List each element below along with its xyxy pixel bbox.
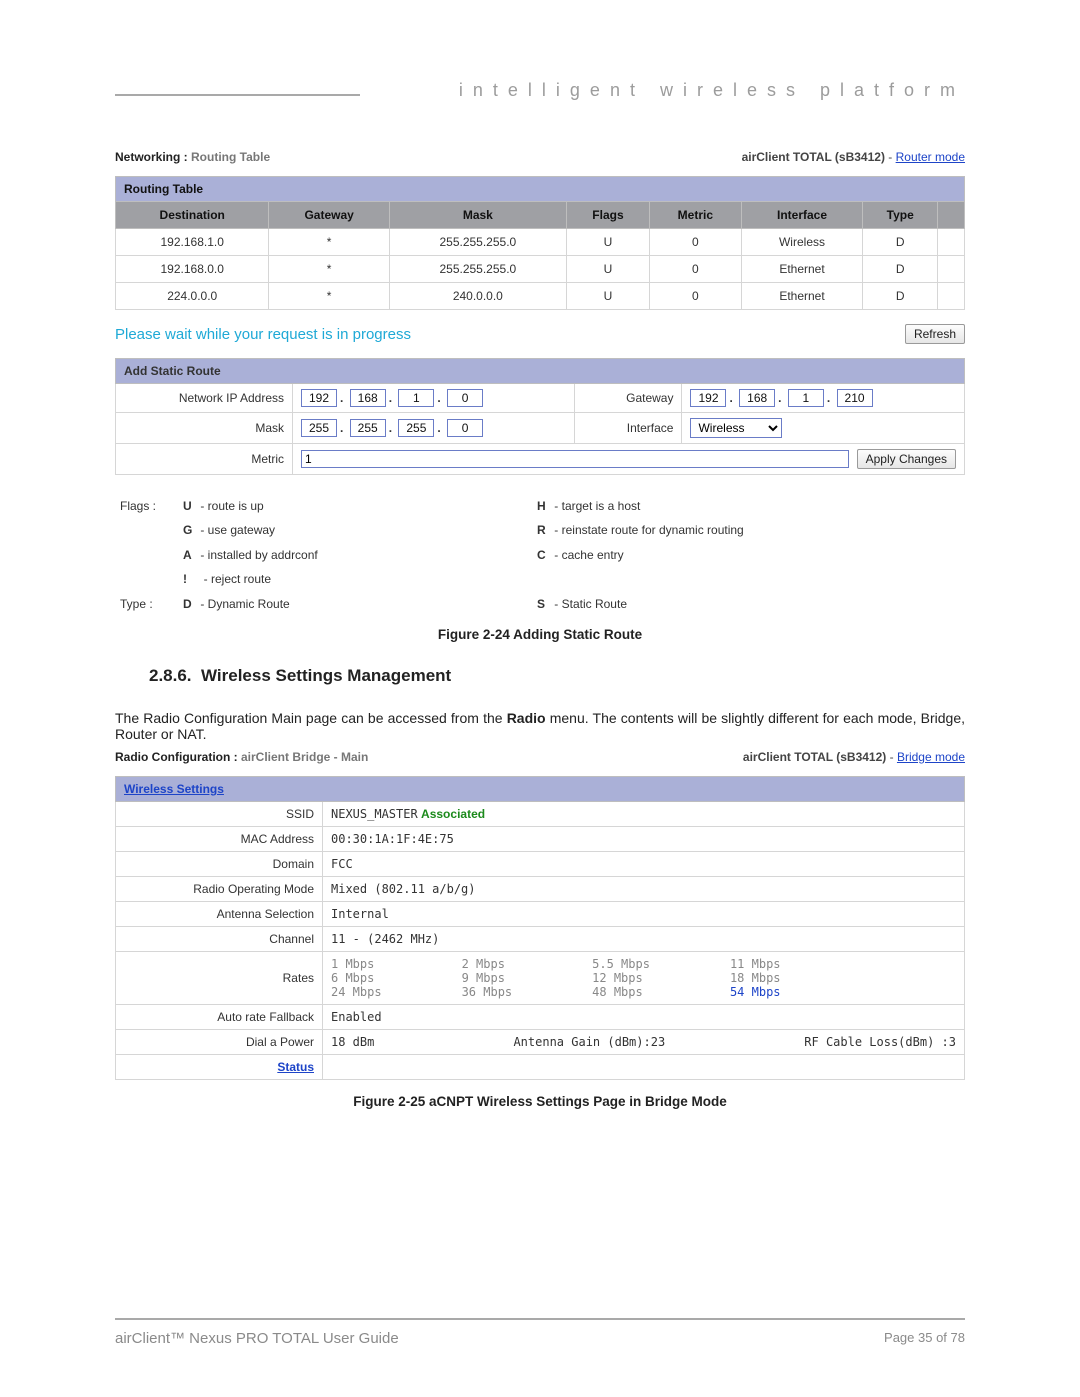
interface-label: Interface <box>575 413 682 444</box>
table-row: 224.0.0.0*240.0.0.0U0EthernetD <box>116 283 965 310</box>
wireless-settings-link[interactable]: Wireless Settings <box>124 782 224 796</box>
gateway-octet[interactable] <box>837 389 873 407</box>
dial-power-row: 18 dBm Antenna Gain (dBm):23 RF Cable Lo… <box>331 1035 956 1049</box>
figure-caption: Figure 2-25 aCNPT Wireless Settings Page… <box>115 1094 965 1109</box>
apply-changes-button[interactable]: Apply Changes <box>857 449 956 469</box>
gateway-label: Gateway <box>575 384 682 413</box>
section-body: The Radio Configuration Main page can be… <box>115 710 965 742</box>
gateway-octet[interactable] <box>788 389 824 407</box>
interface-select[interactable]: Wireless <box>690 418 782 438</box>
page-top-header: intelligent wireless platform <box>115 80 965 110</box>
associated-status: Associated <box>421 807 485 821</box>
page-footer: airClient™ Nexus PRO TOTAL User Guide Pa… <box>115 1318 965 1347</box>
mask-octet[interactable] <box>301 419 337 437</box>
brand-tagline: intelligent wireless platform <box>439 80 965 101</box>
routing-table-header: Destination Gateway Mask Flags Metric In… <box>116 202 965 229</box>
network-ip-label: Network IP Address <box>116 384 293 413</box>
table-row: 192.168.0.0*255.255.255.0U0EthernetD <box>116 256 965 283</box>
footer-page-number: Page 35 of 78 <box>884 1330 965 1347</box>
mask-octet[interactable] <box>398 419 434 437</box>
routing-table: Routing Table Destination Gateway Mask F… <box>115 176 965 310</box>
footer-guide-title: airClient™ Nexus PRO TOTAL User Guide <box>115 1330 399 1347</box>
nip-octet[interactable] <box>447 389 483 407</box>
rates-grid: 1 Mbps6 Mbps24 Mbps 2 Mbps9 Mbps36 Mbps … <box>331 957 956 999</box>
figure-caption: Figure 2-24 Adding Static Route <box>115 627 965 642</box>
gateway-octet[interactable] <box>739 389 775 407</box>
gateway-octet[interactable] <box>690 389 726 407</box>
device-name: airClient TOTAL (sB3412) <box>742 150 885 164</box>
wireless-settings-table: Wireless Settings SSIDNEXUS_MASTER Assoc… <box>115 776 965 1080</box>
nip-octet[interactable] <box>398 389 434 407</box>
mask-octet[interactable] <box>447 419 483 437</box>
nip-octet[interactable] <box>301 389 337 407</box>
metric-input[interactable] <box>301 450 849 468</box>
add-static-route-form: Add Static Route Network IP Address . . … <box>115 358 965 475</box>
flags-legend: Flags : U - route is up H - target is a … <box>117 493 963 617</box>
progress-message: Please wait while your request is in pro… <box>115 326 411 343</box>
section-heading: 2.8.6. Wireless Settings Management <box>149 666 965 686</box>
refresh-button[interactable]: Refresh <box>905 324 965 344</box>
routing-table-title: Routing Table <box>116 177 965 202</box>
mask-octet[interactable] <box>350 419 386 437</box>
breadcrumb-value: Routing Table <box>191 150 270 164</box>
networking-breadcrumb: Networking : Routing Table airClient TOT… <box>115 150 965 164</box>
table-row: 192.168.1.0*255.255.255.0U0WirelessD <box>116 229 965 256</box>
breadcrumb-label: Networking : <box>115 150 188 164</box>
nip-octet[interactable] <box>350 389 386 407</box>
status-link[interactable]: Status <box>124 1060 314 1074</box>
metric-label: Metric <box>116 444 293 475</box>
mask-label: Mask <box>116 413 293 444</box>
bridge-mode-link[interactable]: Bridge mode <box>897 750 965 764</box>
radio-breadcrumb: Radio Configuration : airClient Bridge -… <box>115 750 965 764</box>
router-mode-link[interactable]: Router mode <box>896 150 965 164</box>
add-route-title: Add Static Route <box>116 359 965 384</box>
selected-rate: 54 Mbps <box>730 985 781 999</box>
